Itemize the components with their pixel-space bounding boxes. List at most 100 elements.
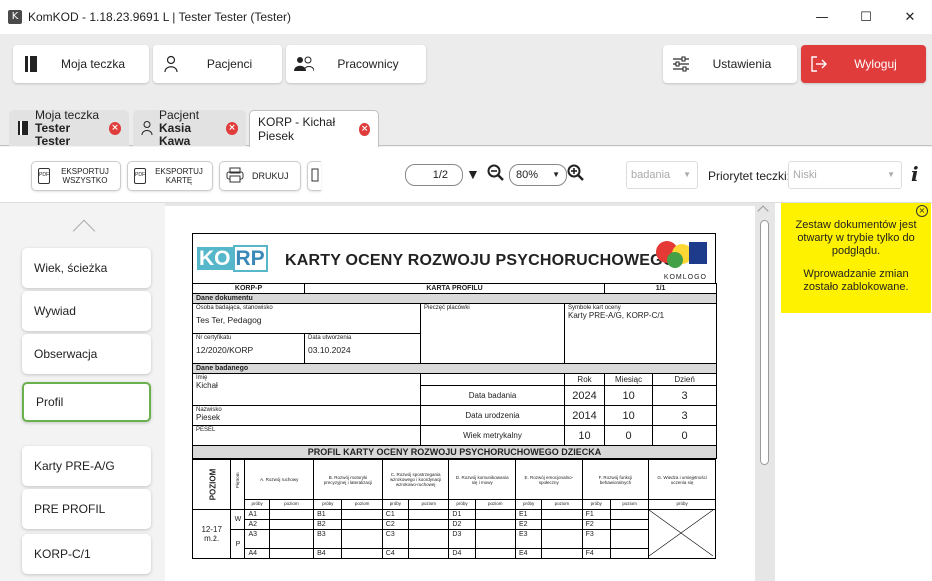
- sliders-icon: [663, 56, 699, 72]
- document-title: KARTY OCENY ROZWOJU PSYCHORUCHOWEGO: [285, 252, 676, 269]
- birth-day: 3: [652, 405, 718, 426]
- chevron-down-icon: ▼: [887, 170, 895, 179]
- close-notice-icon[interactable]: ×: [916, 205, 928, 217]
- page-dropdown-icon[interactable]: ▼: [466, 166, 480, 182]
- export-all-button[interactable]: PDF EKSPORTUJ WSZYSTKO: [31, 161, 121, 191]
- maximize-button[interactable]: ☐: [844, 0, 888, 34]
- sidebar-item-pre-profile[interactable]: PRE PROFIL: [22, 489, 151, 529]
- title-bar: K KomKOD - 1.18.23.9691 L | Tester Teste…: [0, 0, 932, 34]
- zoom-out-icon[interactable]: [487, 164, 505, 187]
- table-cell: E3: [514, 529, 543, 549]
- card-name: KARTA PROFILU: [304, 283, 606, 294]
- sidebar-item-pre-cards[interactable]: Karty PRE-A/G: [22, 446, 151, 486]
- col-header: poziom: [341, 499, 383, 510]
- logout-label: Wyloguj: [854, 57, 897, 71]
- table-cell: F3: [581, 529, 611, 549]
- close-tab-icon[interactable]: ×: [108, 121, 121, 135]
- chevron-down-icon: ▼: [683, 170, 691, 179]
- domain-e: E. Rozwój emocjonalno-społeczny: [515, 459, 583, 500]
- scrollbar-thumb[interactable]: [760, 220, 769, 465]
- document-icon: [311, 168, 319, 184]
- study-select[interactable]: badania ▼: [626, 161, 698, 189]
- birth-date-label: Data urodzenia: [420, 405, 566, 426]
- settings-button[interactable]: Ustawienia: [663, 45, 797, 83]
- settings-label: Ustawienia: [712, 57, 772, 71]
- section-subject-data: Dane badanego: [191, 363, 718, 374]
- birth-year: 2014: [564, 405, 606, 426]
- tab-my-folder[interactable]: Moja teczka Tester Tester ×: [9, 108, 129, 147]
- my-folder-button[interactable]: Moja teczka: [13, 45, 149, 83]
- exam-year: 2024: [564, 385, 606, 406]
- scroll-up-icon[interactable]: [757, 205, 769, 217]
- export-card-button[interactable]: PDF EKSPORTUJ KARTĘ: [127, 161, 213, 191]
- certificate-value: 12/2020/KORP: [196, 345, 254, 355]
- last-name-value: Piesek: [196, 413, 221, 422]
- profile-section-title: PROFIL KARTY OCENY ROZWOJU PSYCHORUCHOWE…: [191, 445, 718, 459]
- pesel-label: PESEL: [196, 427, 216, 433]
- table-cell: C1: [381, 509, 410, 520]
- window-title: KomKOD - 1.18.23.9691 L | Tester Tester …: [28, 10, 292, 24]
- col-header: próby: [381, 499, 410, 510]
- tab-korp-label: KORP - Kichał Piesek: [258, 115, 336, 143]
- card-page: 1/1: [604, 283, 718, 294]
- col-header: poziom: [408, 499, 450, 510]
- notice-line-2: Wprowadzanie zmian zostało zablokowane.: [803, 268, 909, 293]
- birth-month: 10: [604, 405, 654, 426]
- table-cell: E1: [514, 509, 543, 520]
- domain-b: B. Rozwój motoryki precyzyjnej i lateral…: [313, 459, 383, 500]
- print-label: DRUKUJ: [252, 170, 289, 181]
- table-cell: B1: [313, 509, 343, 520]
- col-header: próby: [448, 499, 476, 510]
- chevron-down-icon: ▼: [552, 170, 560, 179]
- table-cell: B2: [313, 519, 343, 530]
- study-select-value: badania: [631, 169, 671, 181]
- zoom-in-icon[interactable]: [567, 164, 585, 187]
- close-tab-icon[interactable]: ×: [359, 122, 370, 136]
- table-cell: A4: [244, 548, 270, 559]
- table-cell: F2: [581, 519, 611, 530]
- close-tab-icon[interactable]: ×: [226, 121, 238, 135]
- table-cell: D1: [448, 509, 476, 520]
- sidebar-item-age[interactable]: Wiek, ścieżka: [22, 248, 151, 288]
- close-window-button[interactable]: ✕: [888, 0, 932, 34]
- zoom-select[interactable]: 80% ▼: [509, 164, 567, 186]
- my-folder-label: Moja teczka: [60, 57, 126, 71]
- document-viewer[interactable]: KO RP KARTY OCENY ROZWOJU PSYCHORUCHOWEGO…: [165, 203, 775, 581]
- tab-patient[interactable]: Pacjent Kasia Kawa ×: [133, 107, 246, 147]
- stamp-label: Pieczęć placówki: [424, 305, 470, 311]
- tab-korp[interactable]: KORP - Kichał Piesek ×: [249, 110, 379, 147]
- floor-header: Piętrom: [235, 472, 241, 489]
- table-cell: C2: [381, 519, 410, 530]
- priority-select-value: Niski: [793, 169, 817, 181]
- age-label: Wiek metrykalny: [420, 425, 566, 446]
- sidebar-item-interview[interactable]: Wywiad: [22, 291, 151, 331]
- employees-label: Pracownicy: [337, 57, 399, 71]
- patients-button[interactable]: Pacjenci: [153, 45, 282, 83]
- examiner-value: Tes Ter, Pedagog: [196, 315, 262, 325]
- priority-select[interactable]: Niski ▼: [788, 161, 902, 189]
- book-icon: [13, 55, 49, 73]
- page-number-field[interactable]: 1/2: [405, 164, 463, 186]
- sidebar-item-profile[interactable]: Profil: [22, 382, 151, 422]
- exam-day: 3: [652, 385, 718, 406]
- pdf-icon: PDF: [38, 168, 50, 184]
- export-all-label: EKSPORTUJ WSZYSTKO: [61, 167, 109, 185]
- table-cell: B4: [313, 548, 343, 559]
- info-icon[interactable]: i: [911, 162, 919, 186]
- pdf-icon: PDF: [134, 168, 146, 184]
- col-header: poziom: [609, 499, 650, 510]
- sidebar-item-observation[interactable]: Obserwacja: [22, 334, 151, 374]
- examiner-label: Osoba badająca, stanowisko: [196, 305, 273, 311]
- level-p: P: [230, 529, 246, 559]
- tab-patient-title: Pacjent: [159, 107, 200, 122]
- table-cell: F4: [581, 548, 611, 559]
- minimize-button[interactable]: —: [800, 0, 844, 34]
- domain-f: F. Rozwój funkcji behawioralnych: [581, 459, 650, 500]
- more-toolbar-button[interactable]: [307, 161, 321, 191]
- people-icon: [286, 56, 322, 72]
- print-button[interactable]: DRUKUJ: [219, 161, 301, 191]
- sidebar-item-korp-c1[interactable]: KORP-C/1: [22, 534, 151, 574]
- first-name-value: Kichał: [196, 381, 218, 390]
- logout-button[interactable]: Wyloguj: [801, 45, 926, 83]
- employees-button[interactable]: Pracownicy: [286, 45, 426, 83]
